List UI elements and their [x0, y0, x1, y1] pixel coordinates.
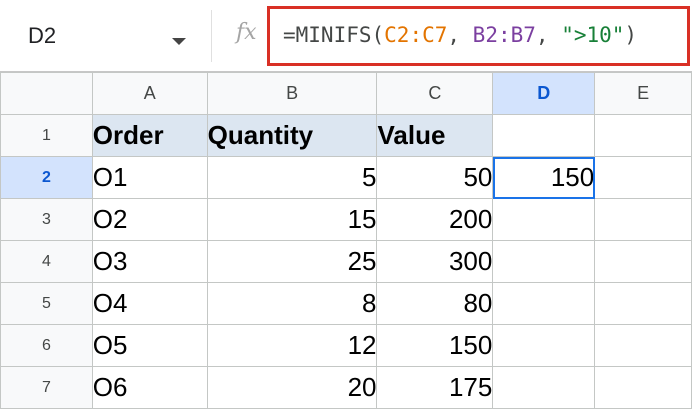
chevron-down-icon[interactable]: [172, 38, 186, 45]
cell-e2[interactable]: [594, 156, 692, 199]
cell-a7[interactable]: O6: [91, 366, 208, 409]
row-header-4[interactable]: 4: [0, 240, 93, 283]
column-header-b[interactable]: B: [206, 72, 378, 115]
cell-a6[interactable]: O5: [91, 324, 208, 367]
cell-e3[interactable]: [594, 198, 692, 241]
cell-b2[interactable]: 5: [206, 156, 378, 199]
cell-b6[interactable]: 12: [206, 324, 378, 367]
cell-e4[interactable]: [594, 240, 692, 283]
cell-a1[interactable]: Order: [91, 114, 208, 157]
cell-a3[interactable]: O2: [91, 198, 208, 241]
row-header-1[interactable]: 1: [0, 114, 93, 157]
column-header-a[interactable]: A: [91, 72, 208, 115]
cell-c5[interactable]: 80: [376, 282, 494, 325]
cell-e7[interactable]: [594, 366, 692, 409]
cell-e1[interactable]: [594, 114, 692, 157]
cell-c6[interactable]: 150: [376, 324, 494, 367]
column-header-d[interactable]: D: [492, 72, 596, 115]
formula-sep-2: ,: [535, 23, 562, 47]
formula-criterion: ">10": [561, 23, 625, 47]
cell-e5[interactable]: [594, 282, 692, 325]
formula-bar: D2 fx =MINIFS(C2:C7, B2:B7, ">10"): [0, 0, 692, 72]
cell-d3[interactable]: [492, 198, 596, 241]
cell-a5[interactable]: O4: [91, 282, 208, 325]
formula-range-value: C2:C7: [384, 23, 448, 47]
cell-d6[interactable]: [492, 324, 596, 367]
cell-c3[interactable]: 200: [376, 198, 494, 241]
formula-input[interactable]: =MINIFS(C2:C7, B2:B7, ">10"): [267, 6, 690, 66]
formula-sep-1: ,: [447, 23, 473, 47]
row-header-6[interactable]: 6: [0, 324, 93, 367]
cell-e6[interactable]: [594, 324, 692, 367]
cell-c1[interactable]: Value: [376, 114, 494, 157]
cell-b7[interactable]: 20: [206, 366, 378, 409]
cell-b5[interactable]: 8: [206, 282, 378, 325]
cell-d7[interactable]: [492, 366, 596, 409]
cell-a4[interactable]: O3: [91, 240, 208, 283]
cell-a2[interactable]: O1: [91, 156, 208, 199]
formula-range-criteria: B2:B7: [472, 23, 536, 47]
fx-icon: fx: [236, 20, 257, 45]
cell-b1[interactable]: Quantity: [206, 114, 378, 157]
cell-c2[interactable]: 50: [376, 156, 494, 199]
cell-d1[interactable]: [492, 114, 596, 157]
row-header-2[interactable]: 2: [0, 156, 93, 199]
cell-c4[interactable]: 300: [376, 240, 494, 283]
formula-text: =MINIFS(C2:C7, B2:B7, ">10"): [283, 23, 637, 47]
cell-c7[interactable]: 175: [376, 366, 494, 409]
cell-d4[interactable]: [492, 240, 596, 283]
row-header-5[interactable]: 5: [0, 282, 93, 325]
column-header-c[interactable]: C: [376, 72, 494, 115]
column-header-e[interactable]: E: [594, 72, 692, 115]
cell-d2-selected[interactable]: 150: [492, 156, 596, 199]
name-box-ref: D2: [28, 23, 57, 48]
row-header-3[interactable]: 3: [0, 198, 93, 241]
cell-d5[interactable]: [492, 282, 596, 325]
row-header-7[interactable]: 7: [0, 366, 93, 409]
formula-close: ): [624, 23, 638, 47]
cell-b3[interactable]: 15: [206, 198, 378, 241]
cell-b4[interactable]: 25: [206, 240, 378, 283]
name-box[interactable]: D2: [10, 10, 212, 62]
spreadsheet-grid: A B C D E 1 Order Quantity Value 2 O1 5 …: [0, 72, 692, 409]
formula-func: =MINIFS(: [283, 23, 385, 47]
select-all-corner[interactable]: [0, 72, 93, 115]
